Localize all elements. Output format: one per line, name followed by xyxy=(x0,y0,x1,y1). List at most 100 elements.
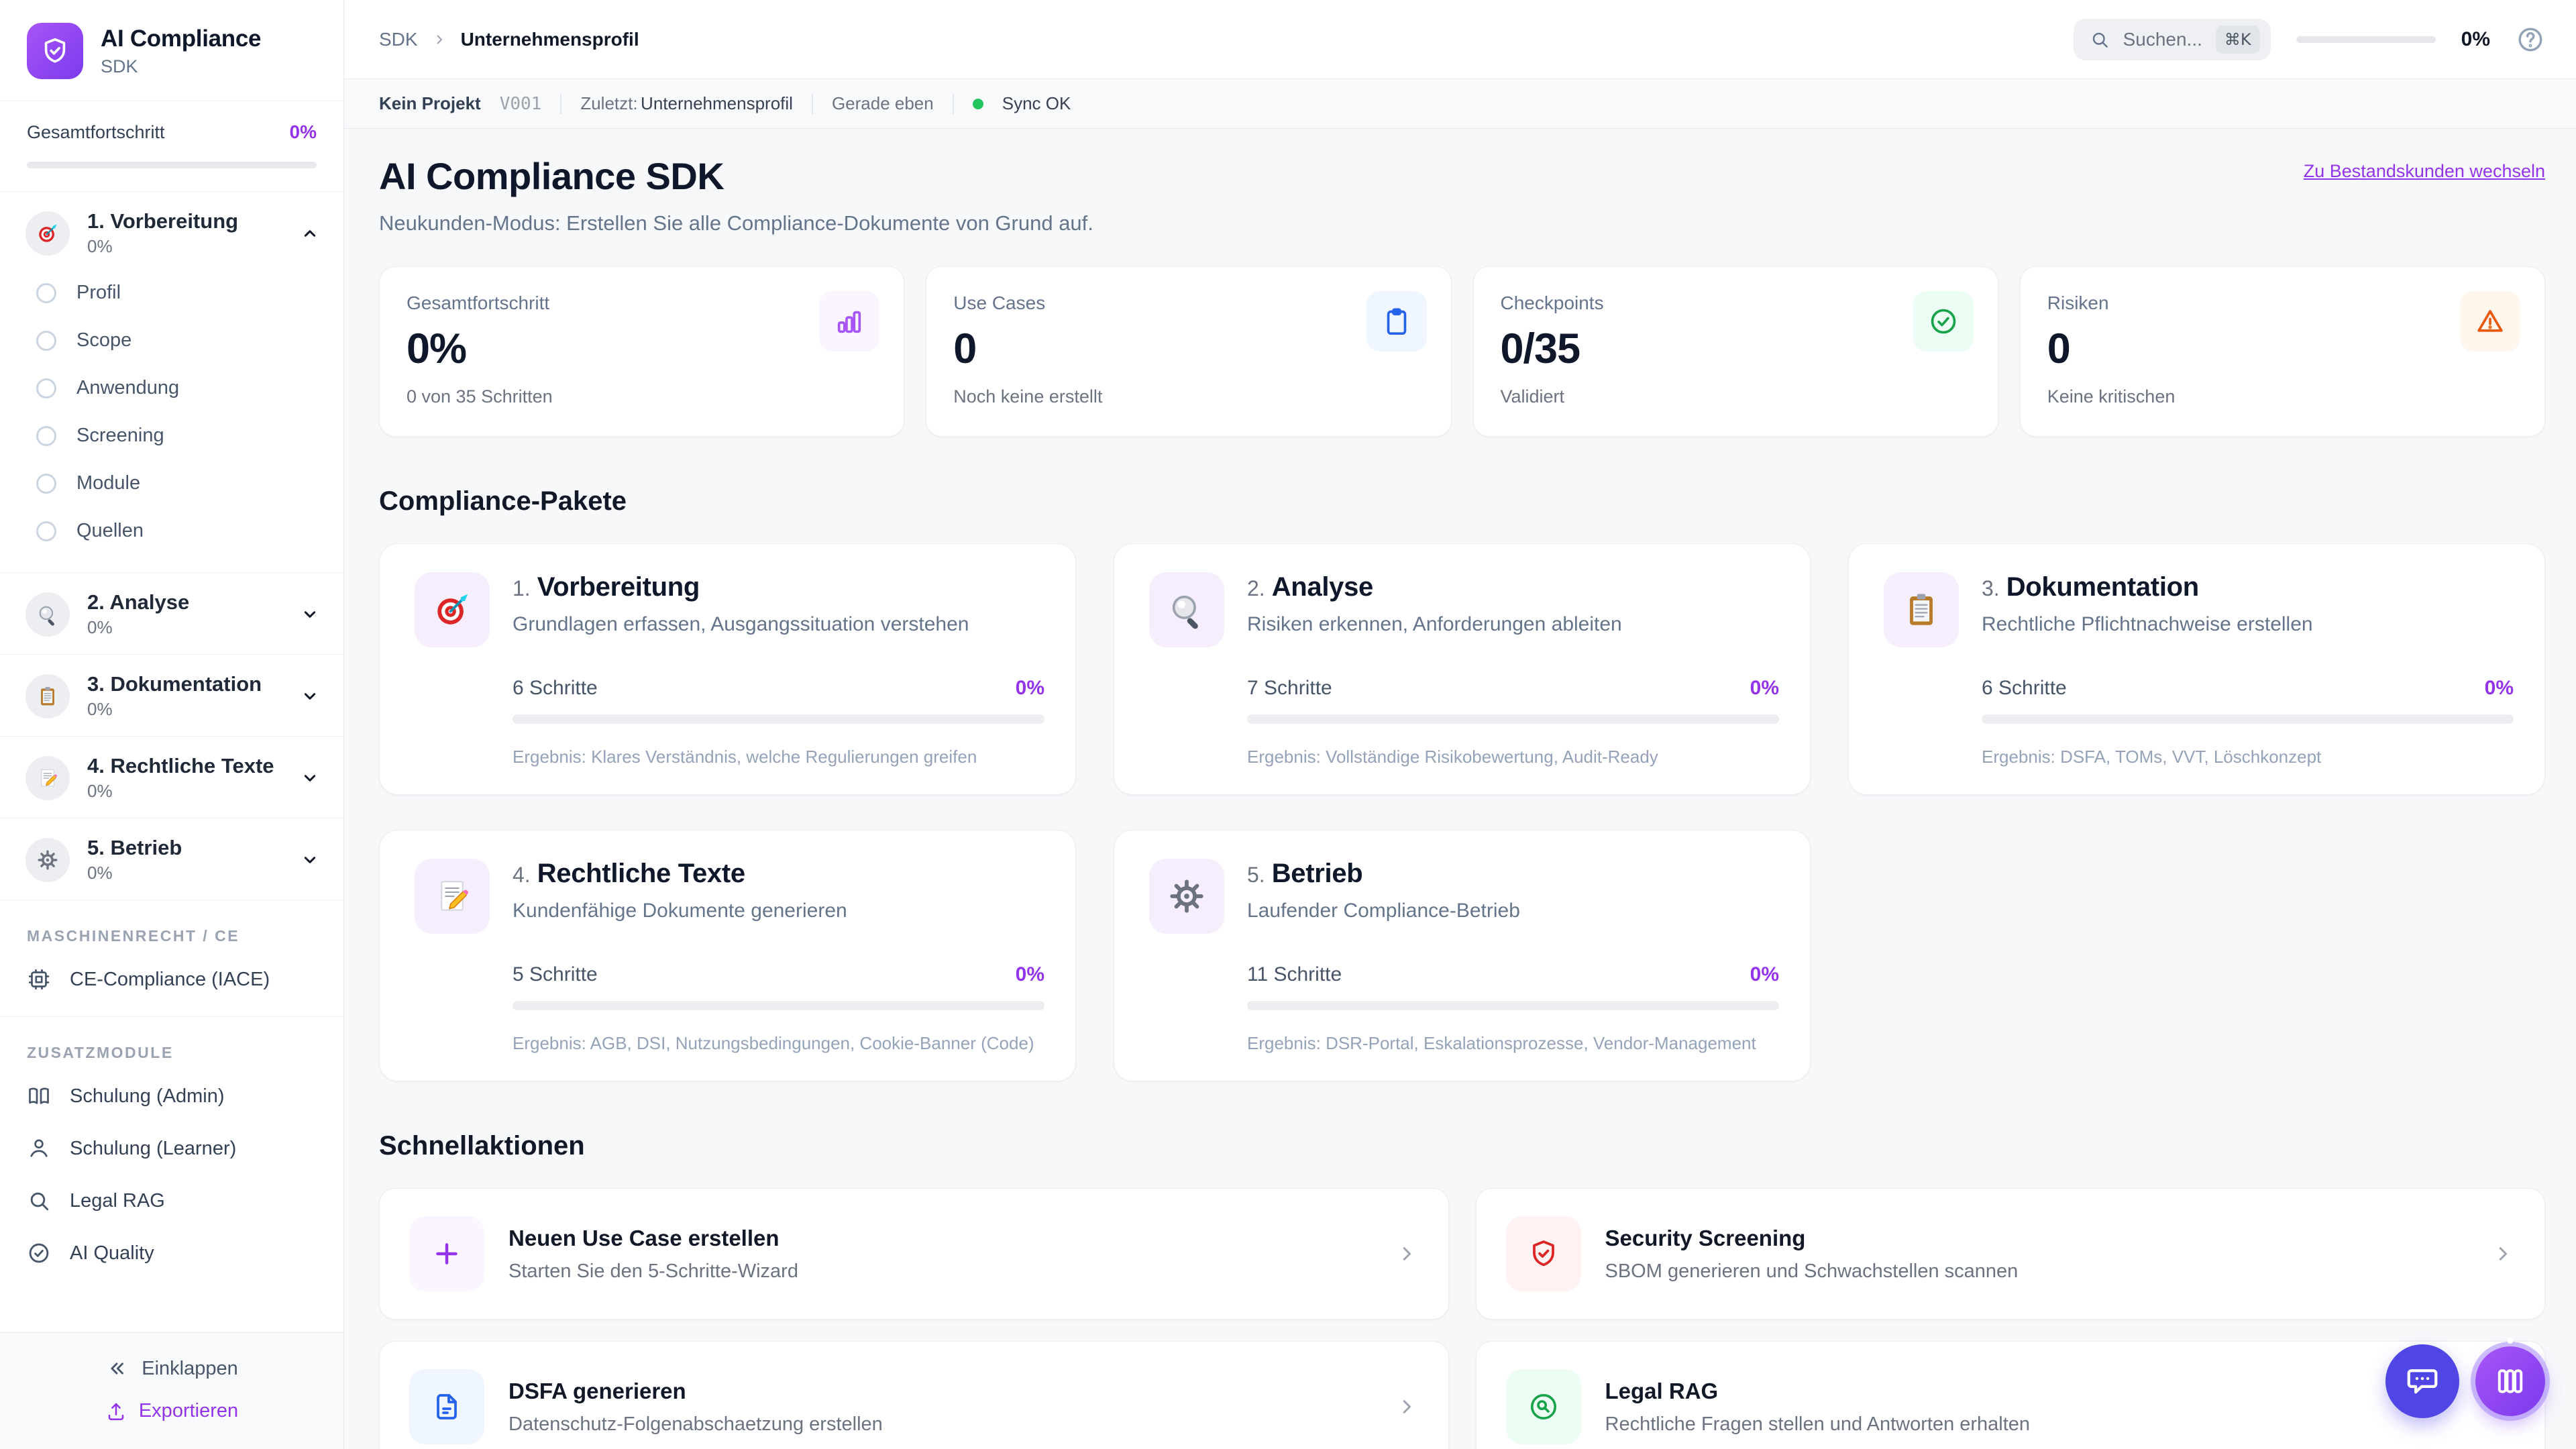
sync-status-dot xyxy=(972,98,983,109)
sidebar-item-ce-compliance[interactable]: CE-Compliance (IACE) xyxy=(0,953,343,1006)
chat-bubble-icon xyxy=(2404,1363,2440,1399)
package-card-analyse[interactable]: 2. Analyse Risiken erkennen, Anforderunge… xyxy=(1114,543,1811,795)
quick-action-security-screening[interactable]: Security Screening SBOM generieren und S… xyxy=(1475,1188,2545,1320)
package-progress-bar xyxy=(513,1001,1044,1010)
chevron-right-icon xyxy=(1395,1395,1419,1419)
sidebar: AI Compliance SDK Gesamtfortschritt 0% 1… xyxy=(0,0,344,1449)
stat-cards: Gesamtfortschritt 0% 0 von 35 Schritten … xyxy=(379,266,2545,437)
chat-button[interactable] xyxy=(2385,1344,2459,1418)
stat-card-risiken: Risiken 0 Keine kritischen xyxy=(2019,266,2545,437)
page-content: AI Compliance SDK Zu Bestandskunden wech… xyxy=(344,129,2576,1449)
stat-card-checkpoints: Checkpoints 0/35 Validiert xyxy=(1472,266,1998,437)
group-progress: 0% xyxy=(87,236,113,256)
chevron-down-icon xyxy=(299,686,321,707)
sidebar-item-screening[interactable]: Screening xyxy=(28,412,321,460)
magnifier-emoji-icon xyxy=(1149,572,1224,647)
board-view-button[interactable] xyxy=(2475,1346,2545,1416)
sidebar-section-zusatzmodule: ZUSATZMODULE Schulung (Admin) Schulung (… xyxy=(0,1017,343,1290)
magnifier-emoji-icon xyxy=(25,592,70,637)
step-radio-icon xyxy=(36,378,56,398)
step-radio-icon xyxy=(36,521,56,541)
switch-to-existing-customers-link[interactable]: Zu Bestandskunden wechseln xyxy=(2304,161,2545,182)
package-card-dokumentation[interactable]: 3. Dokumentation Rechtliche Pflichtnachwe… xyxy=(1848,543,2545,795)
quick-action-legal-rag[interactable]: Legal RAG Rechtliche Fragen stellen und … xyxy=(1475,1341,2545,1449)
page-subtitle: Neukunden-Modus: Erstellen Sie alle Comp… xyxy=(379,211,1093,235)
sidebar-group-header-rechtliche-texte[interactable]: 4. Rechtliche Texte 0% xyxy=(25,754,321,802)
user-icon xyxy=(27,1136,51,1161)
sidebar-group-header-analyse[interactable]: 2. Analyse 0% xyxy=(25,590,321,638)
group-label: 1. Vorbereitung xyxy=(87,209,239,233)
quick-action-dsfa-generieren[interactable]: DSFA generieren Datenschutz-Folgenabscha… xyxy=(379,1341,1449,1449)
sidebar-overall-progress: Gesamtfortschritt 0% xyxy=(0,101,343,192)
sidebar-group-header-betrieb[interactable]: 5. Betrieb 0% xyxy=(25,836,321,883)
gear-emoji-icon xyxy=(1149,859,1224,934)
package-card-betrieb[interactable]: 5. Betrieb Laufender Compliance-Betrieb 1… xyxy=(1114,830,1811,1081)
help-button[interactable] xyxy=(2516,25,2545,54)
columns-icon xyxy=(2493,1364,2527,1398)
target-emoji-icon xyxy=(25,211,70,256)
quick-action-new-use-case[interactable]: Neuen Use Case erstellen Starten Sie den… xyxy=(379,1188,1449,1320)
package-card-rechtliche-texte[interactable]: 4. Rechtliche Texte Kundenfähige Dokument… xyxy=(379,830,1076,1081)
sidebar-group-children: Profil Scope Anwendung Screening Module … xyxy=(25,257,321,556)
sidebar-group-header-dokumentation[interactable]: 3. Dokumentation 0% xyxy=(25,672,321,720)
export-button[interactable]: Exportieren xyxy=(105,1400,238,1422)
topbar: SDK Unternehmensprofil Suchen... ⌘K 0% xyxy=(344,0,2576,79)
divider xyxy=(952,93,954,114)
clipboard-icon xyxy=(1366,291,1427,352)
clipboard-emoji-icon xyxy=(1884,572,1959,647)
chevron-up-icon xyxy=(299,223,321,244)
check-circle-icon xyxy=(27,1241,51,1265)
step-radio-icon xyxy=(36,425,56,446)
sidebar-item-scope[interactable]: Scope xyxy=(28,317,321,364)
overall-progress-label: Gesamtfortschritt xyxy=(27,121,165,142)
chevron-right-icon xyxy=(2491,1242,2515,1266)
project-name: Kein Projekt xyxy=(379,93,481,113)
search-placeholder: Suchen... xyxy=(2123,28,2202,50)
section-title: ZUSATZMODULE xyxy=(27,1044,174,1061)
chevron-right-icon xyxy=(1395,1242,1419,1266)
quick-actions-heading: Schnellaktionen xyxy=(379,1131,585,1161)
breadcrumb-sdk[interactable]: SDK xyxy=(379,29,418,50)
chevron-down-icon xyxy=(299,604,321,625)
collapse-sidebar-button[interactable]: Einklappen xyxy=(105,1357,238,1380)
sidebar-item-schulung-learner[interactable]: Schulung (Learner) xyxy=(0,1122,343,1175)
divider xyxy=(560,93,562,114)
app-logo xyxy=(27,23,83,79)
breadcrumb: SDK Unternehmensprofil xyxy=(379,29,639,50)
sidebar-item-module[interactable]: Module xyxy=(28,460,321,507)
sidebar-item-ai-quality[interactable]: AI Quality xyxy=(0,1227,343,1279)
search-icon xyxy=(2090,30,2110,50)
sidebar-section-maschinenrecht: MASCHINENRECHT / CE CE-Compliance (IACE) xyxy=(0,900,343,1017)
sidebar-group-header-vorbereitung[interactable]: 1. Vorbereitung 0% xyxy=(25,209,321,257)
version-badge: V001 xyxy=(499,93,542,114)
sidebar-group-analyse: 2. Analyse 0% xyxy=(0,573,343,655)
last-value: Unternehmensprofil xyxy=(641,93,793,113)
package-cards: 1. Vorbereitung Grundlagen erfassen, Ausg… xyxy=(379,543,2545,1081)
sidebar-item-profil[interactable]: Profil xyxy=(28,269,321,317)
sidebar-item-legal-rag[interactable]: Legal RAG xyxy=(0,1175,343,1227)
breadcrumb-current: Unternehmensprofil xyxy=(460,28,639,50)
search-icon xyxy=(27,1189,51,1213)
sidebar-item-quellen[interactable]: Quellen xyxy=(28,507,321,555)
sidebar-nav: 1. Vorbereitung 0% Profil Scope Anwendun… xyxy=(0,192,343,1332)
step-radio-icon xyxy=(36,282,56,303)
chevron-right-icon xyxy=(431,32,447,48)
gear-emoji-icon xyxy=(25,837,70,882)
help-circle-icon xyxy=(2516,25,2545,54)
chevron-down-icon xyxy=(299,767,321,789)
shield-check-icon xyxy=(40,36,70,66)
sidebar-group-dokumentation: 3. Dokumentation 0% xyxy=(0,655,343,737)
cpu-icon xyxy=(27,967,51,991)
divider xyxy=(811,93,813,114)
sidebar-group-vorbereitung: 1. Vorbereitung 0% Profil Scope Anwendun… xyxy=(0,192,343,573)
sidebar-item-schulung-admin[interactable]: Schulung (Admin) xyxy=(0,1070,343,1122)
package-card-vorbereitung[interactable]: 1. Vorbereitung Grundlagen erfassen, Ausg… xyxy=(379,543,1076,795)
upload-icon xyxy=(105,1401,127,1422)
memo-emoji-icon xyxy=(415,859,490,934)
plus-icon xyxy=(409,1216,484,1291)
status-bar: Kein Projekt V001 Zuletzt: Unternehmensp… xyxy=(344,79,2576,129)
section-title: MASCHINENRECHT / CE xyxy=(27,927,240,945)
app-logo-block: AI Compliance SDK xyxy=(0,0,343,101)
sidebar-item-anwendung[interactable]: Anwendung xyxy=(28,364,321,412)
search-button[interactable]: Suchen... ⌘K xyxy=(2073,18,2271,60)
